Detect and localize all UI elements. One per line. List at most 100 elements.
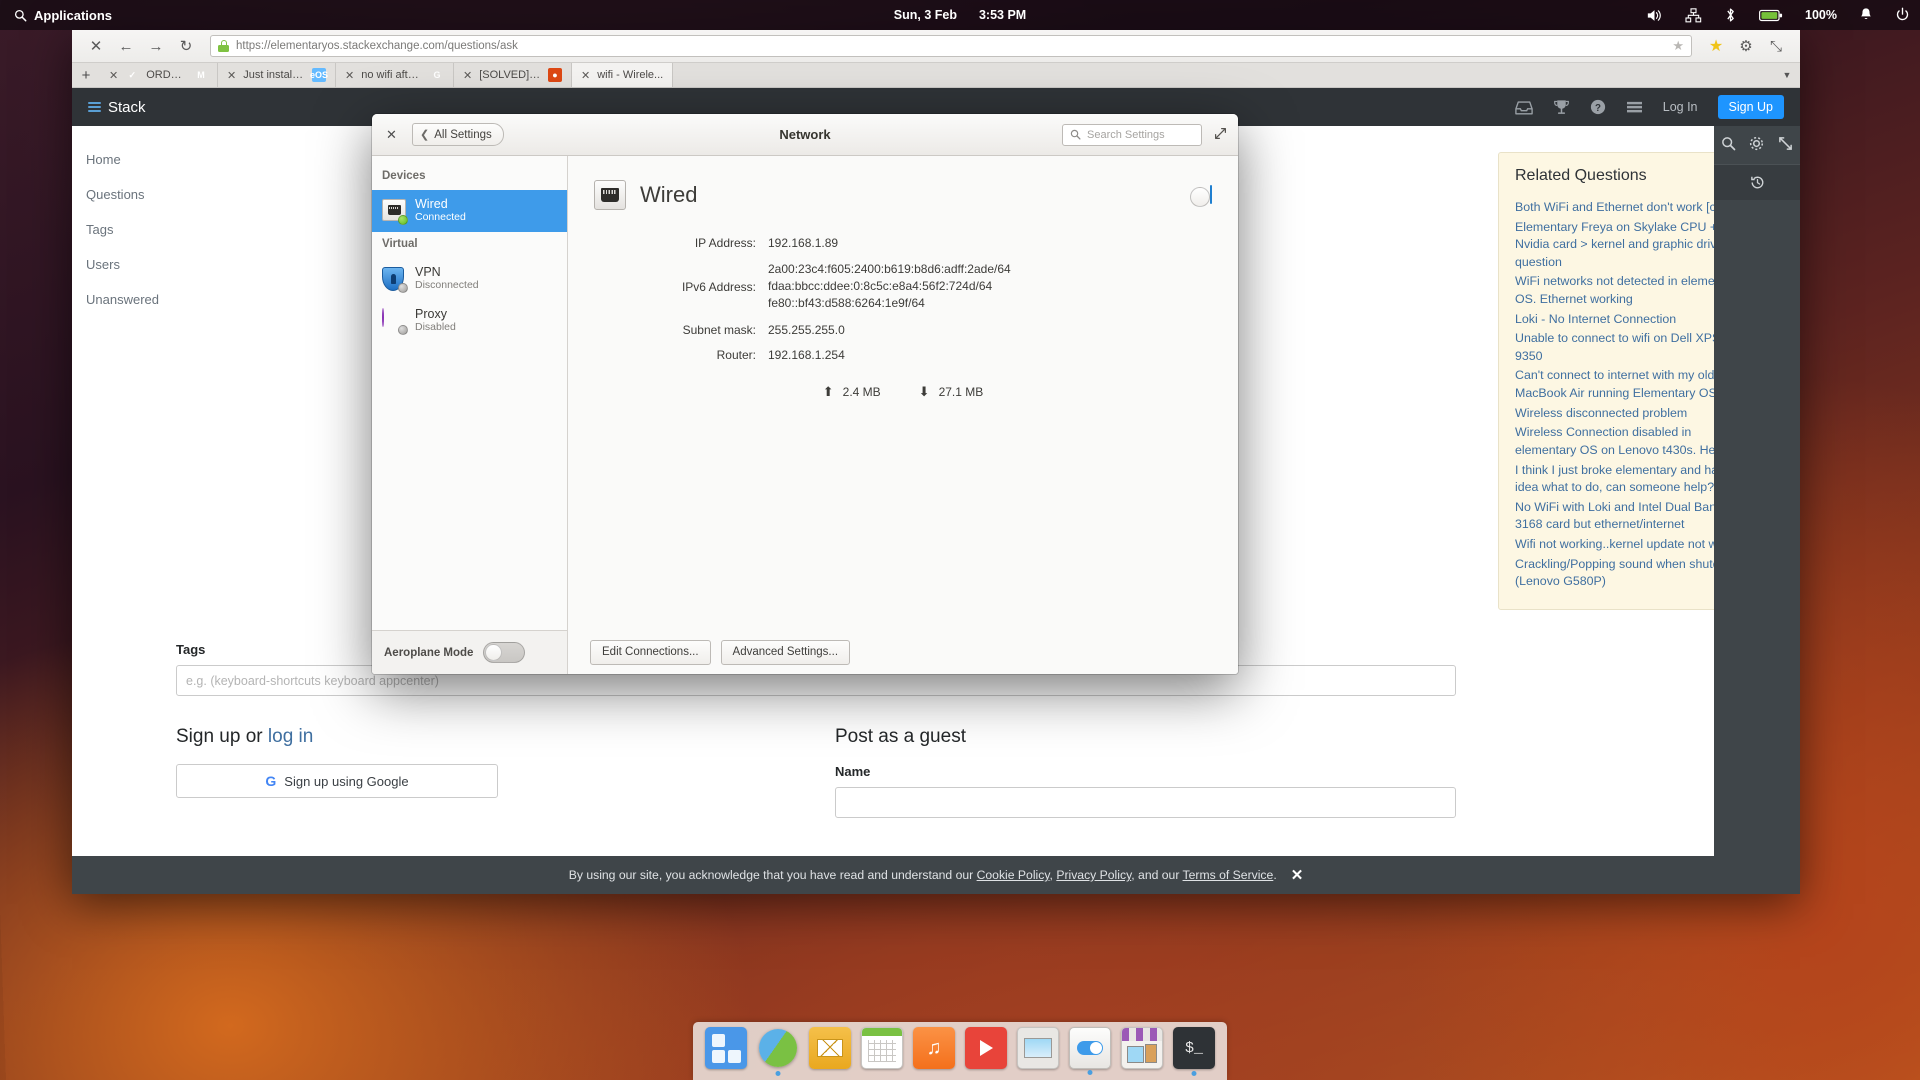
music-icon[interactable]: ♫ [913, 1027, 955, 1069]
tab-close-icon[interactable]: ✕ [109, 69, 118, 82]
sidebar-item-status: Disconnected [415, 279, 479, 292]
ipv6-address-value: 2a00:23c4:f605:2400:b619:b8d6:adff:2ade/… [768, 261, 1212, 312]
ubuntu-icon: ● [548, 68, 562, 82]
tab-close-icon[interactable]: ✕ [581, 69, 590, 82]
browser-tab[interactable]: ✕ [SOLVED] In... ● [454, 63, 572, 87]
help-icon[interactable]: ? [1590, 99, 1606, 115]
close-icon[interactable]: ✕ [383, 126, 400, 143]
web-browser-icon[interactable] [757, 1027, 799, 1069]
status-dot-connected [398, 215, 408, 225]
sidebar-item-unanswered[interactable]: Unanswered [86, 292, 164, 307]
terms-of-service-link[interactable]: Terms of Service [1183, 868, 1274, 882]
history-icon[interactable] [1714, 164, 1800, 200]
url-text: https://elementaryos.stackexchange.com/q… [236, 40, 518, 52]
router-label: Router: [716, 348, 756, 363]
search-settings-input[interactable]: Search Settings [1062, 123, 1202, 146]
new-tab-button[interactable]: + [72, 63, 100, 87]
fullscreen-button[interactable]: ⤡ [1762, 34, 1790, 58]
applications-menu-button[interactable]: Applications [0, 0, 124, 30]
download-arrow-icon: ⬇ [918, 384, 930, 400]
browser-tab[interactable]: ✕ Just installe... eOS [218, 63, 336, 87]
ipv6-line: fdaa:bbcc:ddee:0:8c5c:e8a4:56f2:724d/64 [768, 279, 993, 294]
applications-label: Applications [34, 7, 113, 23]
advanced-settings-button[interactable]: Advanced Settings... [720, 639, 851, 665]
google-icon: G [265, 773, 277, 789]
power-icon[interactable] [1895, 7, 1910, 23]
bluetooth-icon[interactable] [1724, 7, 1737, 23]
all-settings-back-button[interactable]: ❮ All Settings [412, 123, 504, 146]
tags-placeholder: e.g. (keyboard-shortcuts keyboard appcen… [186, 673, 439, 688]
browser-tab[interactable]: ✕ no wifi after... G [336, 63, 454, 87]
name-input[interactable] [835, 787, 1456, 818]
files-icon[interactable] [705, 1027, 747, 1069]
signup-button[interactable]: Sign Up [1717, 95, 1784, 119]
gear-icon[interactable] [1749, 136, 1764, 154]
trophy-icon[interactable] [1553, 99, 1570, 115]
google-signup-button[interactable]: G Sign up using Google [176, 764, 498, 798]
sidebar-item-tags[interactable]: Tags [86, 222, 164, 237]
close-tab-button[interactable]: ✕ [82, 34, 110, 58]
videos-icon[interactable] [965, 1027, 1007, 1069]
browser-tab[interactable]: ✕ ✓ ORDER C... M [100, 63, 218, 87]
mail-icon[interactable] [809, 1027, 851, 1069]
stackexchange-sidebar-nav: Home Questions Tags Users Unanswered [72, 126, 164, 894]
device-title: Wired [640, 182, 698, 207]
device-enable-toggle-wrap [1190, 185, 1212, 207]
aeroplane-mode-toggle[interactable] [483, 642, 526, 663]
stackexchange-menu-icon[interactable] [1626, 100, 1643, 115]
tab-close-icon[interactable]: ✕ [345, 69, 354, 82]
ipv6-line: 2a00:23c4:f605:2400:b619:b8d6:adff:2ade/… [768, 262, 1011, 276]
stackexchange-logo[interactable]: Stack [88, 99, 146, 116]
panel-clock[interactable]: Sun, 3 Feb 3:53 PM [894, 8, 1026, 22]
tab-close-icon[interactable]: ✕ [227, 69, 236, 82]
sidebar-item-users[interactable]: Users [86, 257, 164, 272]
sidebar-item-home[interactable]: Home [86, 152, 164, 167]
close-icon[interactable]: ✕ [1291, 866, 1304, 884]
bookmark-star-icon[interactable]: ★ [1672, 38, 1684, 54]
cookie-text: By using our site, you acknowledge that … [568, 868, 1277, 882]
maximize-icon[interactable] [1214, 127, 1227, 143]
device-header: Wired [594, 180, 1212, 210]
browser-settings-gear-icon[interactable]: ⚙ [1732, 34, 1760, 58]
edit-connections-button[interactable]: Edit Connections... [590, 639, 711, 665]
photos-icon[interactable] [1017, 1027, 1059, 1069]
calendar-icon[interactable] [861, 1027, 903, 1069]
tab-close-icon[interactable]: ✕ [463, 69, 472, 82]
url-bar[interactable]: https://elementaryos.stackexchange.com/q… [210, 35, 1692, 57]
battery-icon[interactable] [1759, 9, 1783, 22]
forward-button[interactable]: → [142, 34, 170, 58]
notification-bell-icon[interactable] [1859, 7, 1873, 23]
inbox-icon[interactable] [1514, 100, 1533, 115]
sidebar-item-questions[interactable]: Questions [86, 187, 164, 202]
sidebar-item-proxy[interactable]: Proxy Disabled [372, 300, 567, 342]
sidebar-item-wired[interactable]: Wired Connected [372, 190, 567, 233]
bookmarks-button[interactable]: ★ [1702, 34, 1730, 58]
sidebar-item-text: Wired Connected [415, 197, 466, 225]
signup-column: Sign up or log in G Sign up using Google [176, 726, 797, 818]
system-settings-icon[interactable] [1069, 1027, 1111, 1069]
device-enable-toggle[interactable] [1190, 185, 1212, 207]
cookie-policy-link[interactable]: Cookie Policy [977, 868, 1050, 882]
chevron-down-icon[interactable]: ▼ [1774, 63, 1800, 87]
browser-tab-active[interactable]: ✕ wifi - Wirele... [572, 63, 674, 87]
subnet-mask-label: Subnet mask: [682, 323, 756, 338]
guest-heading: Post as a guest [835, 726, 966, 747]
privacy-policy-link[interactable]: Privacy Policy [1056, 868, 1131, 882]
aeroplane-mode-label: Aeroplane Mode [384, 646, 474, 659]
volume-icon[interactable] [1646, 8, 1663, 23]
login-link-inline[interactable]: log in [268, 726, 313, 747]
fullscreen-icon[interactable] [1778, 136, 1793, 154]
browser-tab-bar: + ✕ ✓ ORDER C... M ✕ Just installe... eO… [72, 63, 1800, 88]
network-detail-content: Wired IP Address: 192.168.1.89 IPv6 Addr… [568, 156, 1238, 630]
dock: ♫ $_ [693, 1022, 1227, 1080]
back-button[interactable]: ← [112, 34, 140, 58]
download-stat: ⬇ 27.1 MB [919, 384, 984, 400]
google-icon: G [433, 70, 441, 80]
network-wired-icon[interactable] [1685, 7, 1702, 23]
terminal-icon[interactable]: $_ [1173, 1027, 1215, 1069]
login-link[interactable]: Log In [1663, 100, 1698, 114]
sidebar-item-vpn[interactable]: VPN Disconnected [372, 258, 567, 300]
appcenter-icon[interactable] [1121, 1027, 1163, 1069]
search-icon[interactable] [1721, 136, 1736, 154]
reload-button[interactable]: ↻ [172, 34, 200, 58]
